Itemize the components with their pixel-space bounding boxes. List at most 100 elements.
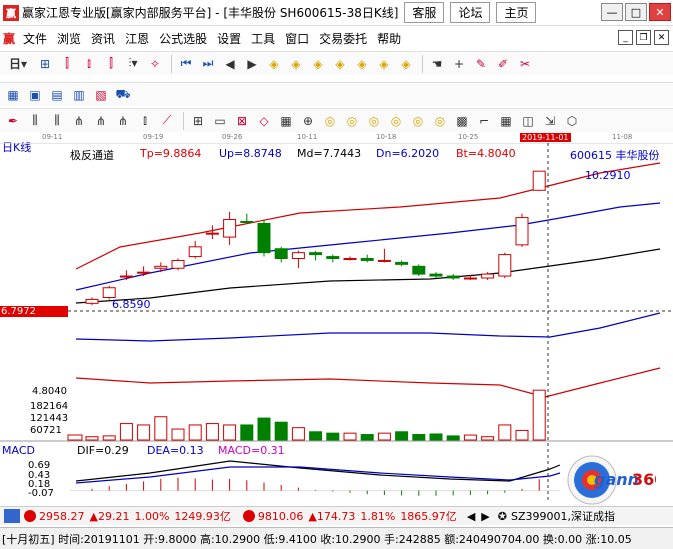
scroll-left-icon[interactable]: ◀ xyxy=(467,510,475,523)
line-icon[interactable]: ⫶▾ xyxy=(123,54,143,74)
grid-icon[interactable]: ▣ xyxy=(25,85,45,105)
candle-body xyxy=(102,287,116,298)
expand-icon[interactable]: ⇲ xyxy=(540,111,560,131)
circle-icon-1[interactable]: ◎ xyxy=(320,111,340,131)
cursor-price-tag: 6.7972 xyxy=(0,306,68,317)
svg-text:360: 360 xyxy=(632,470,656,489)
fan-icon[interactable]: ⋔ xyxy=(113,111,133,131)
arrow-down-icon[interactable]: ◈ xyxy=(286,54,306,74)
circle-grid-icon[interactable]: ⊕ xyxy=(298,111,318,131)
tab-forum[interactable]: 论坛 xyxy=(450,2,491,23)
candle-body xyxy=(429,273,443,277)
minimize-button[interactable]: — xyxy=(601,3,623,21)
layout-icon[interactable]: ▥ xyxy=(69,85,89,105)
bars-icon[interactable]: ⫾ xyxy=(135,111,155,131)
mdi-restore-button[interactable]: ❐ xyxy=(636,30,651,45)
calendar-icon[interactable]: ▦ xyxy=(3,85,23,105)
tab-customer-service[interactable]: 客服 xyxy=(404,2,445,23)
tick-icon[interactable]: ⫿ xyxy=(101,54,121,74)
draw-icon[interactable]: ✎ xyxy=(471,54,491,74)
next-icon[interactable]: ▶ xyxy=(242,54,262,74)
drawing-tools-icon[interactable]: ▧ xyxy=(91,85,111,105)
candle-body xyxy=(171,259,185,269)
trident-icon[interactable]: ⋔ xyxy=(91,111,111,131)
menu-gann[interactable]: 江恩 xyxy=(120,30,154,47)
cross-box-icon[interactable]: ⊠ xyxy=(232,111,252,131)
pen-icon[interactable]: ✒ xyxy=(3,111,23,131)
zoom-in-icon[interactable]: ◈ xyxy=(352,54,372,74)
truck-icon[interactable]: ⛟ xyxy=(113,85,133,105)
vertical-line-icon[interactable]: ⫼ xyxy=(25,111,45,131)
date-label: 10-11 xyxy=(297,133,318,141)
volume-bar xyxy=(343,432,357,441)
square-icon[interactable]: ▭ xyxy=(210,111,230,131)
menu-trade[interactable]: 交易委托 xyxy=(314,30,372,47)
circle-icon-3[interactable]: ◎ xyxy=(364,111,384,131)
crosshair-icon[interactable]: + xyxy=(449,54,469,74)
band-md-line xyxy=(75,248,661,304)
menu-formula[interactable]: 公式选股 xyxy=(154,30,212,47)
grid-box-icon[interactable]: ▦ xyxy=(276,111,296,131)
circle-icon-4[interactable]: ◎ xyxy=(386,111,406,131)
volume-bar xyxy=(309,431,323,441)
cube-icon[interactable]: ◫ xyxy=(518,111,538,131)
sz-index-pct: 1.81% xyxy=(360,509,396,523)
arrow-right-icon[interactable]: ◈ xyxy=(330,54,350,74)
fork-lines-icon[interactable]: ⋔ xyxy=(69,111,89,131)
corner-icon[interactable]: ⌐ xyxy=(474,111,494,131)
mdi-close-button[interactable]: ✕ xyxy=(654,30,669,45)
volume-bar xyxy=(412,434,426,441)
index-refresh-icon[interactable]: ✪ xyxy=(498,510,507,523)
sz-badge-icon xyxy=(242,510,255,522)
tab-home[interactable]: 主页 xyxy=(496,2,537,23)
zoom-out-icon[interactable]: ◈ xyxy=(374,54,394,74)
menu-news[interactable]: 资讯 xyxy=(86,30,120,47)
menu-file[interactable]: 文件 xyxy=(18,30,52,47)
period-select[interactable]: 日 ▾ xyxy=(3,54,33,74)
scale-icon[interactable]: ✧ xyxy=(145,54,165,74)
volume-bar xyxy=(119,423,133,441)
zoom-reset-icon[interactable]: ◈ xyxy=(396,54,416,74)
last-icon[interactable]: ⏭ xyxy=(198,54,218,74)
delete-icon[interactable]: ✂ xyxy=(515,54,535,74)
scroll-right-icon[interactable]: ▶ xyxy=(481,510,489,523)
gann-angle-icon[interactable]: ⟋ xyxy=(157,111,177,131)
date-label: 10-25 xyxy=(458,133,479,141)
chart-icon[interactable]: ▤ xyxy=(47,85,67,105)
menu-browse[interactable]: 浏览 xyxy=(52,30,86,47)
macd-value-label: MACD=0.31 xyxy=(218,444,285,457)
diamond-box-icon[interactable]: ◇ xyxy=(254,111,274,131)
arrow-left-icon[interactable]: ◈ xyxy=(308,54,328,74)
box-icon[interactable]: ⊞ xyxy=(188,111,208,131)
prev-icon[interactable]: ◀ xyxy=(220,54,240,74)
menu-window[interactable]: 窗口 xyxy=(280,30,314,47)
candle-body xyxy=(463,277,477,280)
sz-code-label: SZ399001,深证成指 xyxy=(510,510,615,523)
date-label: 09-26 xyxy=(222,133,243,141)
square-grid-icon[interactable]: ▦ xyxy=(496,111,516,131)
maximize-button[interactable]: □ xyxy=(625,3,647,21)
first-icon[interactable]: ⏮ xyxy=(176,54,196,74)
circle-icon-5[interactable]: ◎ xyxy=(408,111,428,131)
quote-text: [十月初五] 时间:20191101 开:9.8000 高:10.2900 低:… xyxy=(2,532,632,546)
menu-settings[interactable]: 设置 xyxy=(212,30,246,47)
candle-body xyxy=(343,258,357,261)
close-button[interactable]: ✕ xyxy=(649,3,671,21)
arrow-up-icon[interactable]: ◈ xyxy=(264,54,284,74)
mdi-minimize-button[interactable]: _ xyxy=(618,30,633,45)
volume-bar xyxy=(326,432,340,441)
box-grid-icon[interactable]: ▩ xyxy=(452,111,472,131)
menu-help[interactable]: 帮助 xyxy=(372,30,406,47)
sh-index-change: ▲29.21 xyxy=(89,509,130,523)
text-icon[interactable]: ✐ xyxy=(493,54,513,74)
volume-bar xyxy=(532,389,546,441)
quote-icon[interactable]: ⊞ xyxy=(35,54,55,74)
bar-icon[interactable]: ⫾ xyxy=(79,54,99,74)
circle-icon-2[interactable]: ◎ xyxy=(342,111,362,131)
hand-icon[interactable]: ☚ xyxy=(427,54,447,74)
parallel-lines-icon[interactable]: ⫼ xyxy=(47,111,67,131)
hex-icon[interactable]: ⬡ xyxy=(562,111,582,131)
circle-icon-6[interactable]: ◎ xyxy=(430,111,450,131)
menu-tools[interactable]: 工具 xyxy=(246,30,280,47)
kline-icon[interactable]: ⫿ xyxy=(57,54,77,74)
